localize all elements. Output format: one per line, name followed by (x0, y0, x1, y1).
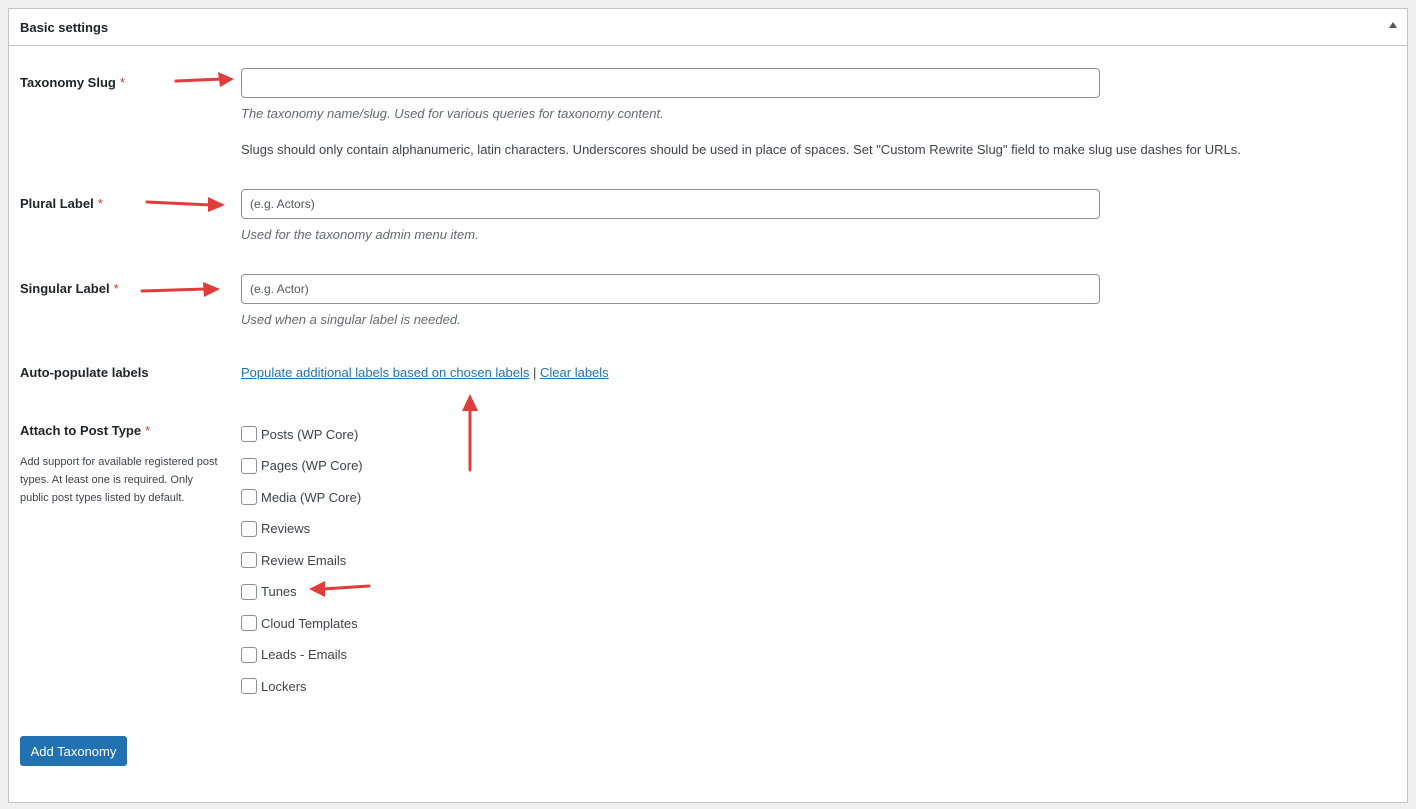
post-type-label: Posts (WP Core) (261, 426, 359, 442)
annotation-arrow-icon (140, 282, 220, 297)
singular-label-text: Singular Label (20, 281, 110, 296)
post-type-checkbox[interactable] (241, 489, 257, 505)
panel-title: Basic settings (20, 20, 109, 35)
required-marker: * (145, 423, 151, 438)
post-type-checkbox[interactable] (241, 520, 257, 537)
singular-label-label: Singular Label * (20, 281, 119, 296)
attach-post-type-text: Attach to Post Type (20, 423, 142, 438)
post-type-label: Pages (WP Core) (261, 458, 363, 473)
post-type-option[interactable]: Lockers (241, 677, 307, 695)
post-type-label: Cloud Templates (261, 615, 358, 631)
panel-header: Basic settings (9, 9, 1407, 46)
post-type-checkbox[interactable] (241, 678, 257, 694)
post-type-checkbox[interactable] (241, 615, 257, 631)
populate-labels-link[interactable]: Populate additional labels based on chos… (241, 365, 529, 380)
taxonomy-slug-label: Taxonomy Slug * (20, 75, 125, 90)
post-type-option[interactable]: Leads - Emails (241, 646, 347, 664)
auto-populate-label: Auto-populate labels (20, 365, 149, 380)
annotation-arrow-icon (174, 72, 234, 87)
post-type-checkbox[interactable] (241, 646, 257, 663)
basic-settings-panel: Basic settings Taxonomy Slug * The taxono… (8, 8, 1408, 803)
post-type-option[interactable]: Pages (WP Core) (241, 457, 363, 475)
post-type-option[interactable]: Cloud Templates (241, 614, 358, 632)
link-separator: | (533, 365, 537, 380)
post-type-option[interactable]: Posts (WP Core) (241, 425, 358, 443)
annotation-arrow-icon (309, 581, 371, 597)
post-type-checkbox[interactable] (241, 426, 257, 442)
post-type-label: Tunes (261, 584, 297, 599)
required-marker: * (113, 281, 119, 296)
annotation-arrow-icon (145, 197, 225, 212)
post-type-label: Media (WP Core) (261, 489, 362, 505)
required-marker: * (119, 75, 125, 90)
plural-label-description: Used for the taxonomy admin menu item. (241, 227, 479, 242)
taxonomy-slug-description: The taxonomy name/slug. Used for various… (241, 106, 664, 121)
taxonomy-slug-input[interactable] (241, 68, 1100, 98)
post-type-option[interactable]: Tunes (241, 583, 297, 601)
post-type-option[interactable]: Review Emails (241, 551, 346, 569)
taxonomy-slug-note: Slugs should only contain alphanumeric, … (241, 142, 1241, 157)
post-type-option[interactable]: Media (WP Core) (241, 488, 361, 506)
singular-label-description: Used when a singular label is needed. (241, 312, 461, 327)
auto-populate-links: Populate additional labels based on chos… (241, 365, 609, 380)
post-type-label: Lockers (261, 678, 307, 694)
post-type-checkbox[interactable] (241, 457, 257, 474)
clear-labels-link[interactable]: Clear labels (540, 365, 609, 380)
required-marker: * (97, 196, 103, 211)
attach-post-type-label: Attach to Post Type * (20, 423, 150, 438)
taxonomy-slug-label-text: Taxonomy Slug (20, 75, 116, 90)
singular-label-input[interactable] (241, 274, 1100, 304)
post-type-checkbox[interactable] (241, 583, 257, 600)
post-type-option[interactable]: Reviews (241, 520, 310, 538)
plural-label-label: Plural Label * (20, 196, 103, 211)
post-type-checkbox[interactable] (241, 552, 257, 568)
plural-label-text: Plural Label (20, 196, 94, 211)
post-type-label: Leads - Emails (261, 647, 347, 662)
annotation-arrow-icon (462, 394, 478, 472)
add-taxonomy-button[interactable]: Add Taxonomy (20, 736, 127, 766)
plural-label-input[interactable] (241, 189, 1100, 219)
triangle-up-icon[interactable] (1389, 22, 1397, 28)
post-type-label: Reviews (261, 521, 311, 536)
attach-post-type-description: Add support for available registered pos… (20, 456, 218, 504)
post-type-label: Review Emails (261, 552, 347, 568)
